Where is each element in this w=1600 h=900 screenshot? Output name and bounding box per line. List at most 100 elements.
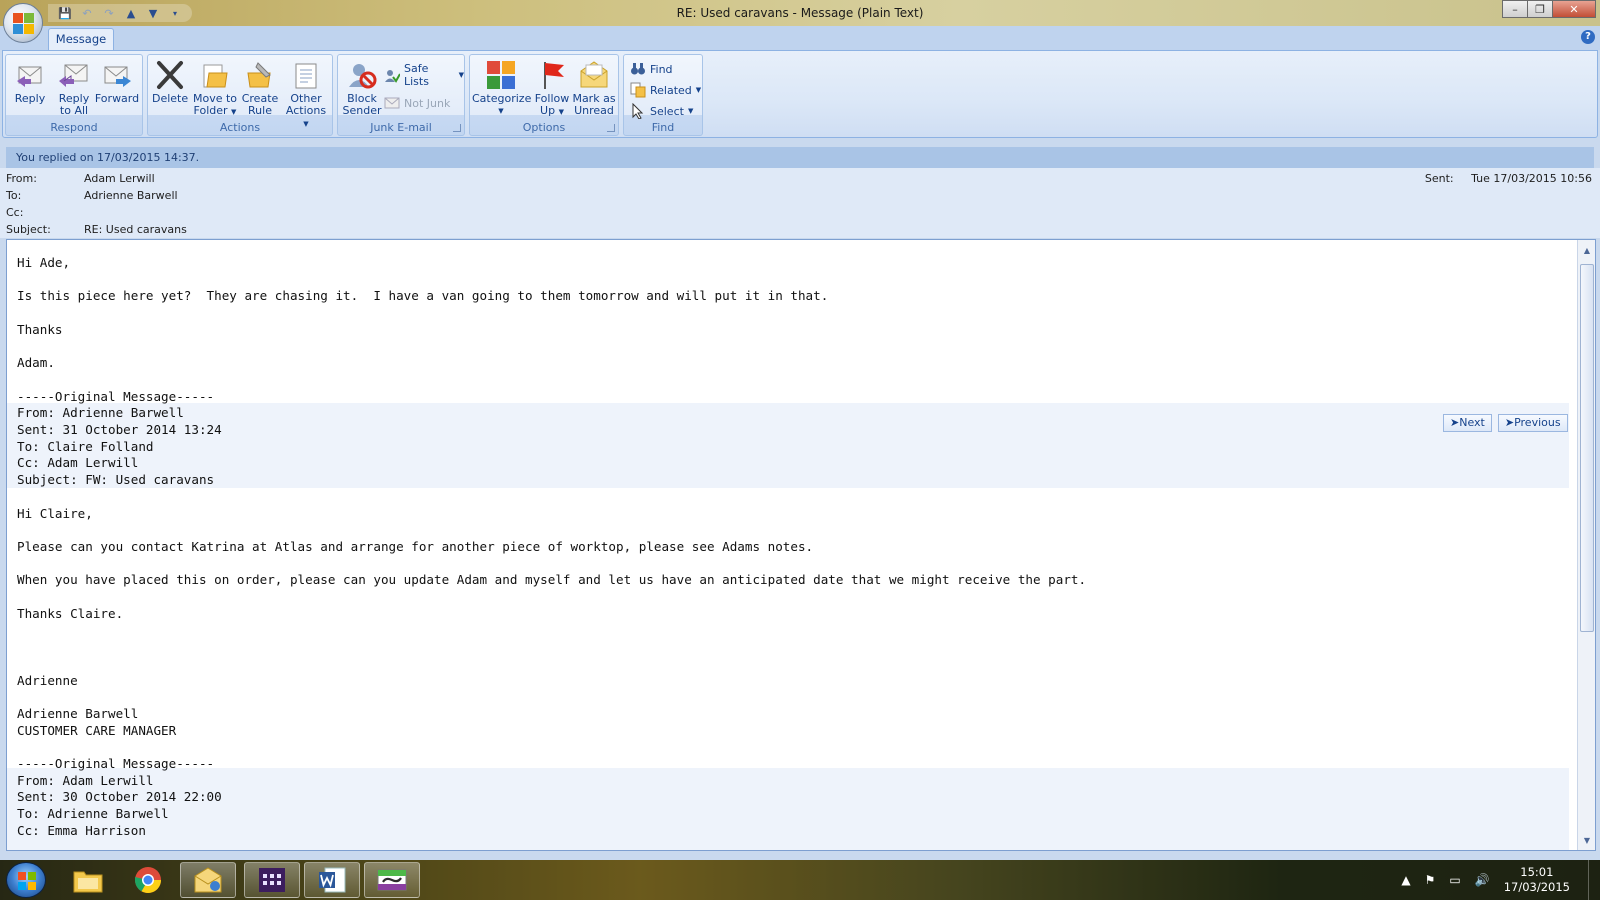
body-line: Cc: Emma Harrison [17,822,146,838]
outlook-icon [194,867,222,893]
tab-message[interactable]: Message [48,28,114,50]
office-button[interactable] [3,3,43,43]
from-value[interactable]: Adam Lerwill [84,170,155,187]
safe-lists-icon [384,67,401,83]
dropdown-arrow-icon: ▼ [458,71,464,79]
find-button[interactable]: Find [630,59,673,79]
move-to-folder-button[interactable]: Move to Folder ▼ [192,57,238,121]
body-line: Hi Claire, [17,505,93,521]
message-body[interactable]: Hi Ade, Is this piece here yet? They are … [6,239,1596,851]
taskbar-file-explorer[interactable] [60,862,116,898]
office-logo-icon [13,13,35,35]
mark-as-unread-button[interactable]: Mark as Unread [572,57,616,121]
body-line: -----Original Message----- [17,388,215,404]
dialog-launcher-icon[interactable] [453,124,461,132]
previous-button[interactable]: ➤Previous [1497,414,1568,432]
dropdown-arrow-icon: ▼ [695,86,702,94]
body-line: Subject: FW: Used caravans [17,472,215,488]
network-icon[interactable]: ▭ [1449,873,1460,887]
reply-all-button[interactable]: Reply to All [52,57,96,121]
word-icon [319,867,346,893]
scroll-up-icon[interactable]: ▲ [1580,244,1594,258]
taskbar-outlook[interactable] [180,862,236,898]
group-label-junk-email: Junk E-mail [370,121,432,134]
show-hidden-icons-icon[interactable]: ▲ [1401,873,1410,887]
sage-icon [377,869,407,891]
cc-label: Cc: [6,206,24,219]
create-rule-icon [244,59,276,91]
group-label-find: Find [651,121,675,134]
reply-icon [14,59,46,91]
vertical-scrollbar[interactable]: ▲ ▼ [1577,240,1595,850]
not-junk-icon [384,95,400,111]
quoted-header-highlight [7,768,1569,850]
window-controls: – ❐ ✕ [1502,0,1596,18]
restore-button[interactable]: ❐ [1527,0,1553,18]
body-line: Sent: 31 October 2014 13:24 [17,422,222,437]
body-line: Thanks [17,321,63,337]
categorize-button[interactable]: Categorize ▼ [472,57,531,121]
follow-up-flag-icon [536,59,568,91]
dropdown-arrow-icon: ▼ [687,107,694,115]
body-line: To: Adrienne Barwell [17,806,169,822]
scrollbar-thumb[interactable] [1580,264,1594,632]
group-find: Find Related ▼ Select ▼ Find [623,54,703,136]
body-line: CUSTOMER CARE MANAGER [17,722,177,738]
delete-button[interactable]: Delete [152,57,188,121]
related-icon [630,82,646,98]
not-junk-button[interactable]: Not Junk [384,93,450,113]
follow-up-button[interactable]: Follow Up ▼ [532,57,572,121]
taskbar: ▲ ⚑ ▭ 🔊 15:01 17/03/2015 [0,860,1600,900]
message-header: From: Adam Lerwill To: Adrienne Barwell … [0,168,1600,238]
taskbar-word[interactable] [304,862,360,898]
body-line: Cc: Adam Lerwill [17,455,139,471]
safe-lists-button[interactable]: Safe Lists ▼ [384,62,464,88]
taskbar-sage[interactable] [364,862,420,898]
reply-button[interactable]: Reply [10,57,50,121]
binoculars-icon [630,61,646,77]
scroll-down-icon[interactable]: ▼ [1580,834,1594,848]
other-actions-icon [290,59,322,91]
start-button[interactable] [6,862,46,898]
quoted-header-highlight [7,403,1569,488]
taskbar-calendar-app[interactable] [244,862,300,898]
to-value[interactable]: Adrienne Barwell [84,187,178,204]
to-label: To: [6,189,22,202]
close-button[interactable]: ✕ [1552,0,1596,18]
other-actions-button[interactable]: Other Actions ▼ [282,57,330,128]
minimize-button[interactable]: – [1502,0,1528,18]
clock[interactable]: 15:01 17/03/2015 [1504,865,1570,895]
next-button[interactable]: ➤Next [1443,414,1492,432]
body-line: When you have placed this on order, plea… [17,572,1087,588]
volume-icon[interactable]: 🔊 [1475,873,1490,887]
group-junk-email: Block Sender Safe Lists ▼ Not Junk Junk … [337,54,465,136]
calendar-app-icon [259,868,285,892]
action-center-flag-icon[interactable]: ⚑ [1425,873,1436,887]
delete-icon [154,59,186,91]
dropdown-arrow-icon: ▼ [498,107,504,115]
body-line: -----Original Message----- [17,756,215,771]
dialog-launcher-icon[interactable] [607,124,615,132]
show-desktop-button[interactable] [1588,860,1600,900]
header-sent: Sent: Tue 17/03/2015 10:56 [1425,172,1592,185]
help-icon[interactable]: ? [1581,30,1595,44]
group-label-respond: Respond [50,121,98,134]
cursor-icon [630,102,646,120]
body-line: Adrienne Barwell [17,705,139,721]
forward-button[interactable]: Forward [94,57,140,121]
file-explorer-icon [73,871,103,893]
message-body-text[interactable]: Hi Ade, Is this piece here yet? They are … [7,240,1575,850]
body-line: Please can you contact Katrina at Atlas … [17,538,814,554]
block-sender-button[interactable]: Block Sender [342,57,382,121]
info-bar[interactable]: You replied on 17/03/2015 14:37. [6,147,1594,168]
select-button[interactable]: Select ▼ [630,101,693,121]
forward-icon [101,59,133,91]
taskbar-chrome[interactable] [120,862,176,898]
mark-as-unread-icon [578,59,610,91]
subject-value: RE: Used caravans [84,223,187,236]
body-line: Thanks Claire. [17,605,124,621]
group-respond: Reply Reply to All Forward Respond [5,54,143,136]
related-button[interactable]: Related ▼ [630,80,701,100]
create-rule-button[interactable]: Create Rule [240,57,280,121]
title-bar: 💾 ↶ ↷ ▲ ▼ ▾ RE: Used caravans - Message … [0,0,1600,26]
